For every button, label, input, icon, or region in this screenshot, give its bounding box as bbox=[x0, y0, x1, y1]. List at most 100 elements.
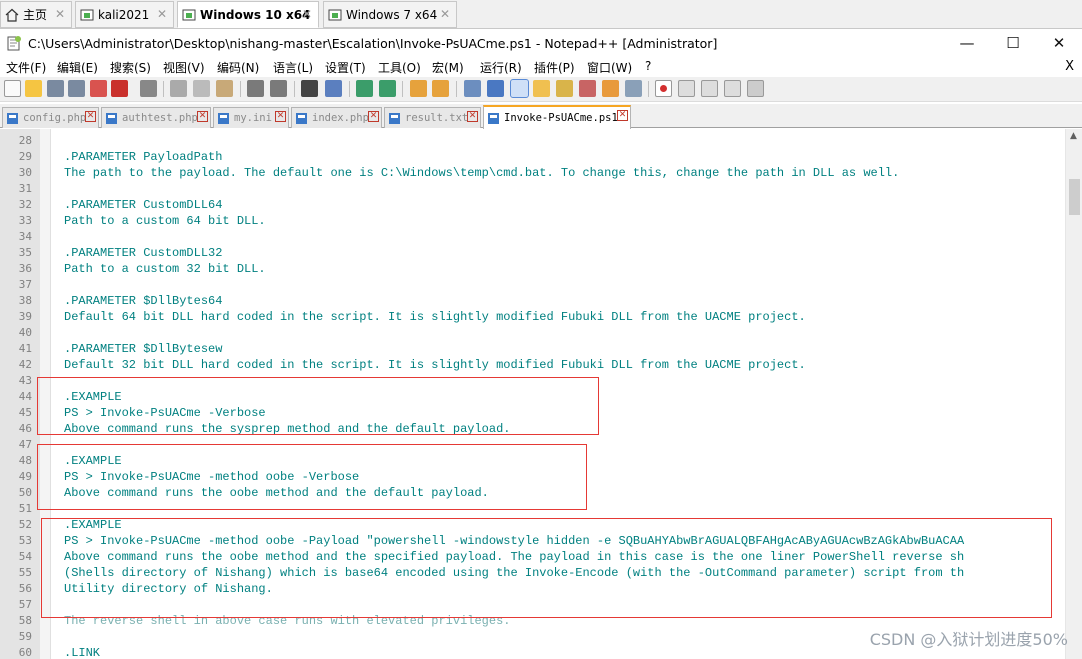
close-icon[interactable]: ✕ bbox=[55, 7, 65, 21]
copy-icon[interactable] bbox=[193, 80, 210, 97]
code-line[interactable]: Path to a custom 32 bit DLL. bbox=[64, 261, 266, 277]
close-file-icon[interactable] bbox=[90, 80, 107, 97]
tab-invoke-psuacme-ps1[interactable]: Invoke-PsUACme.ps1 ✕ bbox=[483, 105, 631, 129]
run-macro-multiple-icon[interactable] bbox=[724, 80, 741, 97]
play-macro-icon[interactable] bbox=[701, 80, 718, 97]
close-tab-icon[interactable]: ✕ bbox=[275, 111, 286, 122]
code-line[interactable]: .PARAMETER $DllBytes64 bbox=[64, 293, 222, 309]
line-number: 33 bbox=[18, 214, 32, 227]
line-number: 30 bbox=[18, 166, 32, 179]
menu-macro[interactable]: 宏(M) bbox=[432, 59, 464, 76]
close-icon[interactable]: ✕ bbox=[157, 7, 167, 21]
user-defined-language-icon[interactable] bbox=[533, 80, 550, 97]
new-file-icon[interactable] bbox=[4, 80, 21, 97]
close-tab-icon[interactable]: ✕ bbox=[197, 111, 208, 122]
close-icon[interactable]: ✕ bbox=[440, 7, 450, 21]
code-line[interactable]: Default 32 bit DLL hard coded in the scr… bbox=[64, 357, 806, 373]
zoom-out-icon[interactable] bbox=[379, 80, 396, 97]
save-macro-icon[interactable] bbox=[747, 80, 764, 97]
folder-as-workspace-icon[interactable] bbox=[602, 80, 619, 97]
function-list-icon[interactable] bbox=[579, 80, 596, 97]
vm-tab-kali2021[interactable]: kali2021 ✕ bbox=[75, 1, 174, 28]
menu-tools[interactable]: 工具(O) bbox=[378, 59, 421, 76]
cut-icon[interactable] bbox=[170, 80, 187, 97]
line-number: 44 bbox=[18, 390, 32, 403]
zoom-in-icon[interactable] bbox=[356, 80, 373, 97]
code-line[interactable]: .PARAMETER CustomDLL32 bbox=[64, 245, 222, 261]
paste-icon[interactable] bbox=[216, 80, 233, 97]
menu-help[interactable]: ? bbox=[645, 59, 651, 73]
tab-authtest-php[interactable]: authtest.php ✕ bbox=[101, 107, 211, 128]
record-macro-icon[interactable] bbox=[655, 80, 672, 97]
vertical-scrollbar[interactable]: ▲ bbox=[1065, 129, 1082, 659]
menu-language[interactable]: 语言(L) bbox=[273, 59, 313, 76]
menu-encoding[interactable]: 编码(N) bbox=[217, 59, 259, 76]
menu-view[interactable]: 视图(V) bbox=[163, 59, 205, 76]
toolbar-separator bbox=[349, 81, 350, 97]
menu-edit[interactable]: 编辑(E) bbox=[57, 59, 98, 76]
close-tab-icon[interactable]: ✕ bbox=[368, 111, 379, 122]
tab-result-txt[interactable]: result.txt ✕ bbox=[384, 107, 481, 128]
menu-file[interactable]: 文件(F) bbox=[6, 59, 46, 76]
open-file-icon[interactable] bbox=[25, 80, 42, 97]
vm-tab-windows-10[interactable]: Windows 10 x64 ✕ bbox=[177, 1, 319, 28]
vm-tab-windows-7[interactable]: Windows 7 x64 ✕ bbox=[323, 1, 457, 28]
code-editor[interactable]: 28 29 30 31 32 33 34 35 36 37 38 39 40 41 42 43 44 45 46 47… bbox=[0, 129, 1082, 659]
undo-icon[interactable] bbox=[247, 80, 264, 97]
save-all-icon[interactable] bbox=[68, 80, 85, 97]
close-tab-icon[interactable]: ✕ bbox=[617, 110, 628, 121]
code-line[interactable]: Default 64 bit DLL hard coded in the scr… bbox=[64, 309, 806, 325]
menu-run[interactable]: 运行(R) bbox=[480, 59, 522, 76]
sync-vertical-icon[interactable] bbox=[410, 80, 427, 97]
menu-plugins[interactable]: 插件(P) bbox=[534, 59, 575, 76]
find-icon[interactable] bbox=[301, 80, 318, 97]
minimize-button[interactable]: — bbox=[944, 29, 990, 57]
menu-window[interactable]: 窗口(W) bbox=[587, 59, 632, 76]
redo-icon[interactable] bbox=[270, 80, 287, 97]
watermark: CSDN @入狱计划进度50% bbox=[869, 630, 1068, 649]
close-tab-icon[interactable]: ✕ bbox=[85, 111, 96, 122]
monitoring-icon[interactable] bbox=[625, 80, 642, 97]
line-number: 29 bbox=[18, 150, 32, 163]
document-map-icon[interactable] bbox=[556, 80, 573, 97]
vm-tab-label: kali2021 bbox=[98, 7, 150, 22]
maximize-button[interactable]: ☐ bbox=[990, 29, 1036, 57]
vm-tab-strip: 主页 ✕ kali2021 ✕ Windows 10 x64 ✕ Windows… bbox=[0, 0, 1082, 29]
sync-horizontal-icon[interactable] bbox=[432, 80, 449, 97]
line-number: 41 bbox=[18, 342, 32, 355]
code-line[interactable]: The path to the payload. The default one… bbox=[64, 165, 899, 181]
close-window-button[interactable]: ✕ bbox=[1036, 29, 1082, 57]
replace-icon[interactable] bbox=[325, 80, 342, 97]
close-document-button[interactable]: X bbox=[1065, 59, 1074, 74]
line-number: 54 bbox=[18, 550, 32, 563]
print-icon[interactable] bbox=[140, 80, 157, 97]
code-line[interactable]: .PARAMETER PayloadPath bbox=[64, 149, 222, 165]
menu-search[interactable]: 搜索(S) bbox=[110, 59, 151, 76]
tab-config-php[interactable]: config.php ✕ bbox=[2, 107, 99, 128]
close-all-icon[interactable] bbox=[111, 80, 128, 97]
scroll-up-arrow-icon[interactable]: ▲ bbox=[1070, 131, 1077, 141]
file-icon bbox=[7, 112, 18, 124]
code-line[interactable]: .PARAMETER $DllBytesew bbox=[64, 341, 222, 357]
vm-tab-home[interactable]: 主页 ✕ bbox=[0, 1, 72, 28]
code-line[interactable]: Path to a custom 64 bit DLL. bbox=[64, 213, 266, 229]
line-number: 55 bbox=[18, 566, 32, 579]
close-tab-icon[interactable]: ✕ bbox=[467, 111, 478, 122]
close-icon[interactable]: ✕ bbox=[302, 7, 312, 21]
word-wrap-icon[interactable] bbox=[464, 80, 481, 97]
line-number: 31 bbox=[18, 182, 32, 195]
code-line[interactable]: .PARAMETER CustomDLL64 bbox=[64, 197, 222, 213]
indent-guide-icon[interactable] bbox=[510, 79, 529, 98]
menu-settings[interactable]: 设置(T) bbox=[325, 59, 366, 76]
scrollbar-thumb[interactable] bbox=[1069, 179, 1080, 215]
code-line[interactable]: .LINK bbox=[64, 645, 100, 659]
home-icon bbox=[5, 8, 19, 22]
show-all-characters-icon[interactable] bbox=[487, 80, 504, 97]
vm-tab-label: 主页 bbox=[23, 8, 48, 22]
stop-macro-icon[interactable] bbox=[678, 80, 695, 97]
tab-my-ini[interactable]: my.ini ✕ bbox=[213, 107, 289, 128]
tab-index-php[interactable]: index.php ✕ bbox=[291, 107, 382, 128]
save-icon[interactable] bbox=[47, 80, 64, 97]
highlight-box-example-2 bbox=[37, 444, 587, 510]
menu-bar: 文件(F) 编辑(E) 搜索(S) 视图(V) 编码(N) 语言(L) 设置(T… bbox=[0, 57, 1082, 77]
